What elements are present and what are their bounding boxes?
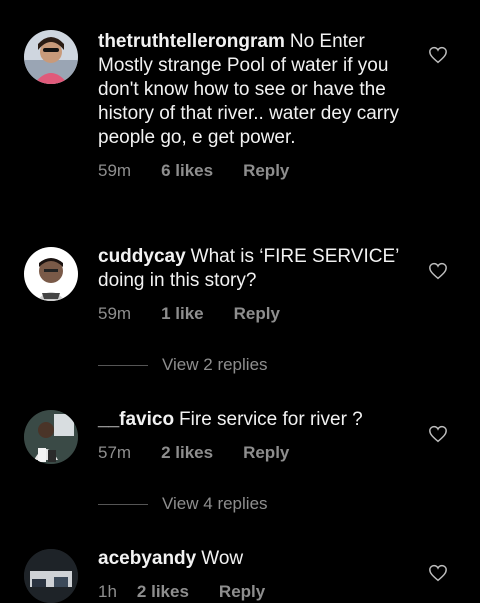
comment-meta: 59m 1 like Reply xyxy=(98,304,416,324)
comment-meta: 59m 6 likes Reply xyxy=(98,161,416,181)
comment-content: Wow xyxy=(201,548,244,569)
reply-button[interactable]: Reply xyxy=(243,443,289,463)
comment-body: acebyandy Wow 1h 2 likes Reply xyxy=(98,547,416,602)
reply-button[interactable]: Reply xyxy=(234,304,280,324)
divider-line xyxy=(98,503,148,505)
comment-username[interactable]: __favico xyxy=(98,409,174,430)
heart-outline-icon[interactable] xyxy=(428,564,448,582)
comment-username[interactable]: acebyandy xyxy=(98,548,196,569)
avatar[interactable] xyxy=(24,30,78,84)
comment-username[interactable]: cuddycay xyxy=(98,246,186,267)
comment-time: 59m xyxy=(98,304,132,323)
view-replies-button[interactable]: View 2 replies xyxy=(98,355,268,375)
reply-button[interactable]: Reply xyxy=(219,582,265,602)
comment-text: cuddycay What is ‘FIRE SERVICE’ doing in … xyxy=(98,245,416,293)
comment-likes[interactable]: 1 like xyxy=(161,304,204,324)
reply-button[interactable]: Reply xyxy=(243,161,289,181)
heart-outline-icon[interactable] xyxy=(428,425,448,443)
view-replies-button[interactable]: View 4 replies xyxy=(98,494,268,514)
comment-content: Fire service for river ? xyxy=(179,409,363,430)
comment-body: cuddycay What is ‘FIRE SERVICE’ doing in … xyxy=(98,245,416,324)
heart-outline-icon[interactable] xyxy=(428,262,448,280)
comment-time: 1h xyxy=(98,582,117,601)
view-replies-label: View 4 replies xyxy=(162,494,268,513)
comment-body: thetruthtellerongram No Enter Mostly stra… xyxy=(98,30,416,181)
view-replies-label: View 2 replies xyxy=(162,355,268,374)
comment-likes[interactable]: 2 likes xyxy=(161,443,213,463)
comment-time: 59m xyxy=(98,161,132,180)
comment-meta: 57m 2 likes Reply xyxy=(98,443,416,463)
comment-likes[interactable]: 2 likes xyxy=(137,582,189,602)
comment-text: __favico Fire service for river ? xyxy=(98,408,416,432)
comment-text: thetruthtellerongram No Enter Mostly stra… xyxy=(98,30,416,150)
comment-text: acebyandy Wow xyxy=(98,547,416,571)
avatar[interactable] xyxy=(24,410,78,464)
comment-likes[interactable]: 6 likes xyxy=(161,161,213,181)
comment-meta: 1h 2 likes Reply xyxy=(98,582,416,602)
comment-username[interactable]: thetruthtellerongram xyxy=(98,31,285,52)
avatar[interactable] xyxy=(24,247,78,301)
heart-outline-icon[interactable] xyxy=(428,46,448,64)
divider-line xyxy=(98,364,148,366)
comment-time: 57m xyxy=(98,443,132,462)
comment-body: __favico Fire service for river ? 57m 2 l… xyxy=(98,408,416,463)
avatar[interactable] xyxy=(24,549,78,603)
